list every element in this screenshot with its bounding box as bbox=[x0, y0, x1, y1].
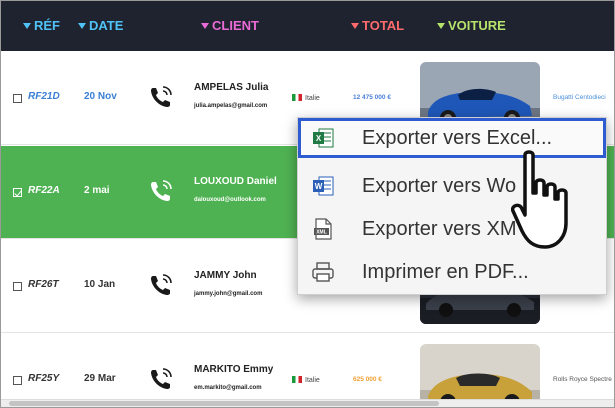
filter-triangle-icon bbox=[437, 23, 445, 29]
client-name: LOUXOUD Daniel bbox=[194, 176, 277, 187]
total-cell: 12 475 000 € bbox=[353, 94, 391, 101]
date-cell: 20 Nov bbox=[84, 91, 117, 102]
country-cell: Italie bbox=[292, 376, 320, 384]
phone-call-icon[interactable] bbox=[148, 366, 174, 392]
client-email[interactable]: dalouxoud@outlook.com bbox=[194, 197, 266, 203]
phone-call-icon[interactable] bbox=[148, 84, 174, 110]
table-row[interactable]: RF25Y 29 Mar MARKITO Emmy em.markito@gma… bbox=[1, 334, 614, 407]
row-checkbox[interactable] bbox=[13, 282, 22, 291]
menu-item-label: Imprimer en PDF... bbox=[362, 261, 529, 283]
column-header-ref[interactable]: RÉF bbox=[23, 1, 60, 51]
svg-text:W: W bbox=[315, 182, 323, 191]
printer-icon bbox=[312, 262, 334, 282]
column-header-voiture[interactable]: VOITURE bbox=[437, 1, 506, 51]
word-icon: W bbox=[313, 176, 334, 196]
row-checkbox[interactable] bbox=[13, 376, 22, 385]
phone-call-icon[interactable] bbox=[148, 272, 174, 298]
client-name: MARKITO Emmy bbox=[194, 364, 274, 375]
row-checkbox-checked[interactable] bbox=[13, 188, 22, 197]
horizontal-scrollbar[interactable] bbox=[1, 399, 614, 407]
filter-triangle-icon bbox=[351, 23, 359, 29]
ref-cell: RF22A bbox=[28, 185, 60, 196]
client-email[interactable]: julia.ampelas@gmail.com bbox=[194, 103, 267, 109]
ref-cell: RF25Y bbox=[28, 373, 60, 384]
date-cell: 29 Mar bbox=[84, 373, 116, 384]
scrollbar-thumb[interactable] bbox=[9, 401, 439, 406]
client-email[interactable]: jammy.john@gmail.com bbox=[194, 291, 262, 297]
car-name: Bugatti Centodieci bbox=[553, 94, 606, 101]
orders-window: RÉF DATE CLIENT TOTAL VOITURE RF21D 20 N… bbox=[0, 0, 615, 408]
svg-text:XML: XML bbox=[316, 230, 327, 236]
client-email[interactable]: em.markito@gmail.com bbox=[194, 385, 262, 391]
date-cell: 2 mai bbox=[84, 185, 110, 196]
menu-item-label: Exporter vers Wo bbox=[362, 175, 517, 197]
excel-icon: X bbox=[313, 128, 334, 148]
italy-flag-icon bbox=[292, 376, 302, 383]
column-header-date[interactable]: DATE bbox=[78, 1, 123, 51]
client-name: JAMMY John bbox=[194, 270, 257, 281]
client-name: AMPELAS Julia bbox=[194, 82, 269, 93]
column-header-client[interactable]: CLIENT bbox=[201, 1, 259, 51]
total-cell: 625 000 € bbox=[353, 376, 382, 383]
ref-cell: RF21D bbox=[28, 91, 60, 102]
italy-flag-icon bbox=[292, 94, 302, 101]
country-cell: Italie bbox=[292, 94, 320, 102]
car-name: Rolls Royce Spectre bbox=[553, 376, 612, 383]
column-header-total[interactable]: TOTAL bbox=[351, 1, 404, 51]
row-checkbox[interactable] bbox=[13, 94, 22, 103]
xml-file-icon: XML bbox=[314, 218, 332, 240]
filter-triangle-icon bbox=[78, 23, 86, 29]
table-header: RÉF DATE CLIENT TOTAL VOITURE bbox=[1, 1, 614, 51]
hand-cursor-icon bbox=[511, 150, 568, 249]
ref-cell: RF26T bbox=[28, 279, 59, 290]
date-cell: 10 Jan bbox=[84, 279, 116, 290]
filter-triangle-icon bbox=[23, 23, 31, 29]
menu-item-label: Exporter vers XM bbox=[362, 218, 517, 240]
svg-text:X: X bbox=[316, 134, 322, 143]
filter-triangle-icon bbox=[201, 23, 209, 29]
phone-call-icon[interactable] bbox=[148, 178, 174, 204]
